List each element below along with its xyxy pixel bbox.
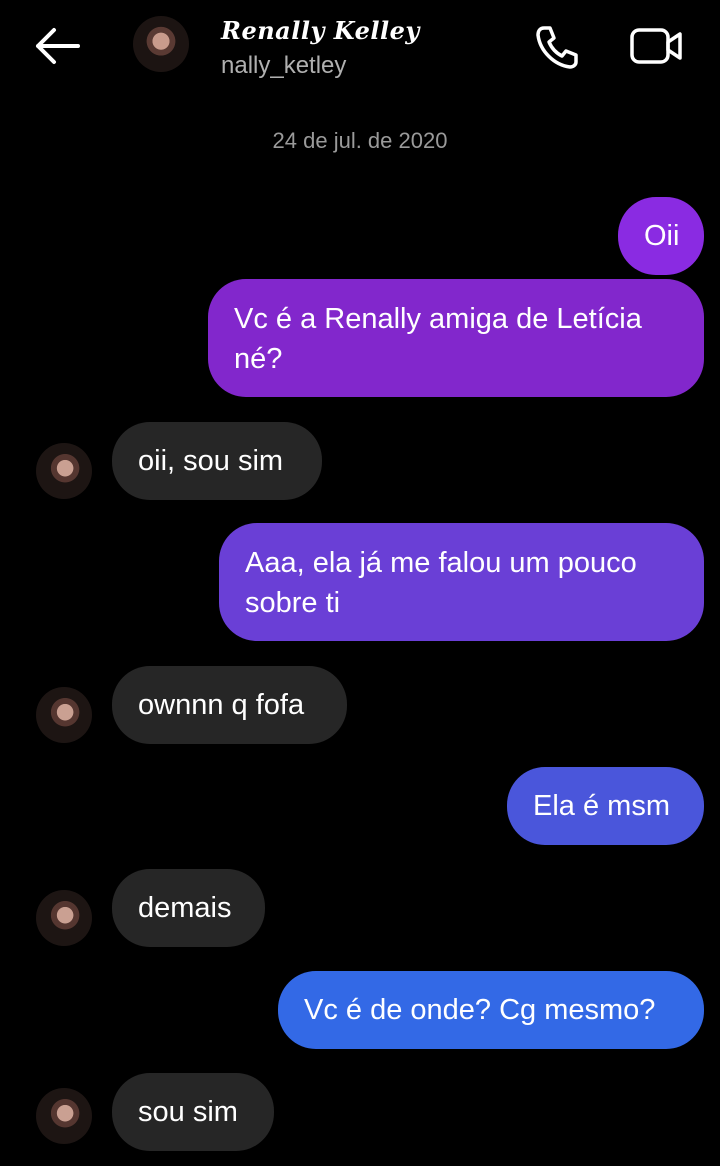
outgoing-message[interactable]: Ela é msm bbox=[507, 767, 704, 845]
incoming-message[interactable]: demais bbox=[112, 869, 265, 947]
chat-header: Renally Kelley nally_ketley bbox=[0, 0, 720, 100]
date-separator: 24 de jul. de 2020 bbox=[272, 128, 448, 153]
contact-username[interactable]: nally_ketley bbox=[221, 52, 346, 80]
back-button[interactable] bbox=[30, 24, 84, 68]
incoming-message[interactable]: oii, sou sim bbox=[112, 422, 322, 500]
video-call-button[interactable] bbox=[628, 22, 684, 70]
incoming-message[interactable]: sou sim bbox=[112, 1073, 274, 1151]
contact-avatar-small[interactable] bbox=[36, 687, 92, 743]
outgoing-message[interactable]: Aaa, ela já me falou um pouco sobre ti bbox=[219, 523, 704, 641]
outgoing-message[interactable]: Vc é a Renally amiga de Letícia né? bbox=[208, 279, 704, 397]
incoming-message[interactable]: ownnn q fofa bbox=[112, 666, 347, 744]
contact-avatar-small[interactable] bbox=[36, 890, 92, 946]
contact-avatar[interactable] bbox=[133, 16, 189, 72]
video-camera-icon bbox=[630, 28, 682, 64]
outgoing-message[interactable]: Vc é de onde? Cg mesmo? bbox=[278, 971, 704, 1049]
voice-call-button[interactable] bbox=[530, 22, 582, 70]
contact-avatar-small[interactable] bbox=[36, 1088, 92, 1144]
arrow-left-icon bbox=[36, 28, 80, 64]
contact-avatar-small[interactable] bbox=[36, 443, 92, 499]
phone-icon bbox=[536, 26, 578, 69]
contact-display-name[interactable]: Renally Kelley bbox=[221, 16, 420, 45]
outgoing-message[interactable]: Oii bbox=[618, 197, 704, 275]
